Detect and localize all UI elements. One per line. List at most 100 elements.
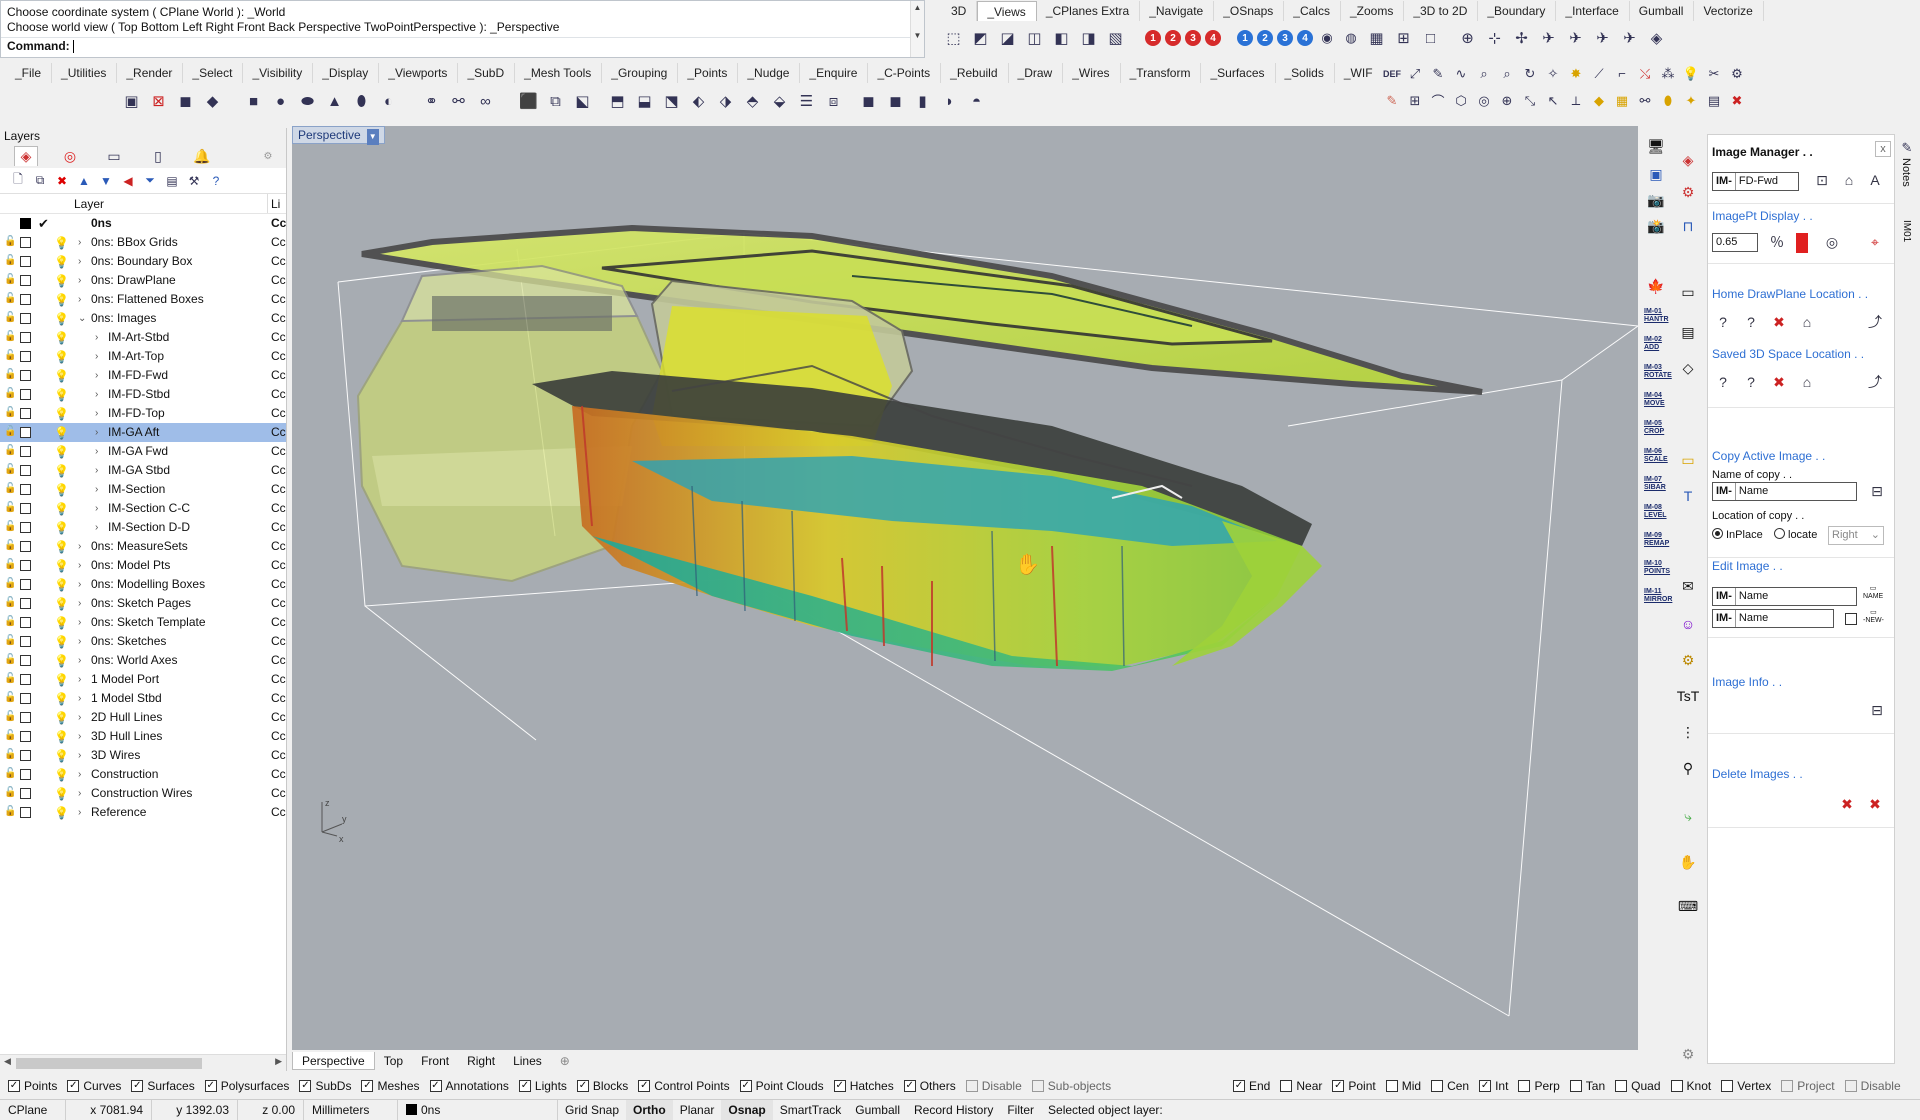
scale-icon[interactable]: ⤢ bbox=[1405, 64, 1425, 84]
image-tool-button[interactable]: IM-05 CROP bbox=[1644, 420, 1670, 436]
shell-icon[interactable]: ⬒ bbox=[606, 90, 629, 113]
visibility-bulb-icon[interactable]: 💡 bbox=[54, 424, 69, 443]
main-tab[interactable]: _Utilities bbox=[52, 63, 118, 83]
corner-icon[interactable]: ⌐ bbox=[1612, 64, 1632, 84]
lock-icon[interactable]: 🔓 bbox=[4, 788, 16, 798]
layer-column-header[interactable]: Layer bbox=[74, 197, 104, 211]
layer-material[interactable]: Cc bbox=[271, 385, 286, 404]
saved-go-icon[interactable]: ⤴ bbox=[1864, 371, 1886, 393]
top-tab[interactable]: Gumball bbox=[1630, 1, 1695, 21]
expand-chevron-icon[interactable]: › bbox=[78, 746, 81, 765]
layer-row[interactable]: 🔓 💡 › 0ns: Sketches Cc bbox=[0, 632, 286, 651]
image-tool-button[interactable]: IM-06 SCALE bbox=[1644, 448, 1670, 464]
expand-chevron-icon[interactable]: › bbox=[78, 689, 81, 708]
viewport-title[interactable]: Perspective ▼ bbox=[292, 126, 385, 145]
expand-chevron-icon[interactable]: › bbox=[78, 233, 81, 252]
move-arrow-icon[interactable]: ⤡ bbox=[1520, 91, 1540, 111]
layer-material[interactable]: Cc bbox=[271, 556, 286, 575]
filter-checkbox[interactable]: ✓ Curves bbox=[67, 1079, 121, 1093]
display-tab-icon[interactable]: ▭ bbox=[102, 146, 126, 166]
layer-color-swatch[interactable] bbox=[20, 465, 31, 476]
image-tool-button[interactable]: IM-11 MIRROR bbox=[1644, 588, 1672, 604]
layer-row[interactable]: 🔓 💡 › 0ns: DrawPlane Cc bbox=[0, 271, 286, 290]
filter-checkbox[interactable]: Near bbox=[1280, 1079, 1322, 1093]
saved-set-icon[interactable]: ⌂ bbox=[1796, 371, 1818, 393]
edit-name-field[interactable]: IM- Name bbox=[1712, 587, 1857, 606]
layer-material[interactable]: Cc bbox=[271, 423, 286, 442]
top-tab[interactable]: _Calcs bbox=[1284, 1, 1341, 21]
keyboard-icon[interactable]: ⌨ bbox=[1677, 896, 1699, 916]
layer-indicator[interactable]: 0ns bbox=[398, 1099, 558, 1120]
lock-icon[interactable]: 🔓 bbox=[4, 712, 16, 722]
lock-icon[interactable]: 🔓 bbox=[4, 484, 16, 494]
layer-material[interactable]: Cc bbox=[271, 347, 286, 366]
status-pane[interactable]: Ortho bbox=[626, 1099, 673, 1120]
lock-icon[interactable]: 🔓 bbox=[4, 522, 16, 532]
layer-row[interactable]: 🔓 💡 › IM-Section C-C Cc bbox=[0, 499, 286, 518]
main-tab[interactable]: _Viewports bbox=[379, 63, 459, 83]
layer-color-swatch[interactable] bbox=[20, 389, 31, 400]
solid-box-blue-icon[interactable]: ◼ bbox=[857, 90, 880, 113]
cube-icon[interactable]: ◼ bbox=[174, 90, 197, 113]
color-swatch[interactable] bbox=[1796, 233, 1808, 253]
offset-icon[interactable]: ⬓ bbox=[633, 90, 656, 113]
layer-row[interactable]: 🔓 💡 › Construction Wires Cc bbox=[0, 784, 286, 803]
lock-icon[interactable]: 🔓 bbox=[4, 503, 16, 513]
layer-color-swatch[interactable] bbox=[20, 446, 31, 457]
blue-view-4-button[interactable]: 4 bbox=[1297, 30, 1313, 46]
panel-settings-icon[interactable]: ⚙ bbox=[256, 146, 280, 166]
layer-color-swatch[interactable] bbox=[20, 750, 31, 761]
lock-icon[interactable]: 🔓 bbox=[4, 693, 16, 703]
lock-icon[interactable]: 🔓 bbox=[4, 541, 16, 551]
filter-checkbox[interactable]: ✓ Polysurfaces bbox=[204, 1079, 289, 1093]
visibility-bulb-icon[interactable]: 💡 bbox=[54, 652, 69, 671]
lock-icon[interactable]: 🔓 bbox=[4, 560, 16, 570]
text-icon[interactable]: T bbox=[1677, 486, 1699, 506]
star-icon[interactable]: ✸ bbox=[1566, 64, 1586, 84]
red-view-1-button[interactable]: 1 bbox=[1145, 30, 1161, 46]
main-tab[interactable]: _C-Points bbox=[868, 63, 942, 83]
layer-material[interactable]: Cc bbox=[271, 271, 286, 290]
layout-icon[interactable]: ▦ bbox=[1365, 27, 1388, 50]
main-tab[interactable]: _Draw bbox=[1009, 63, 1064, 83]
visibility-bulb-icon[interactable]: 💡 bbox=[54, 671, 69, 690]
image-tool-button[interactable]: IM-03 ROTATE bbox=[1644, 364, 1672, 380]
lock-icon[interactable]: 🔓 bbox=[4, 332, 16, 342]
layer-row[interactable]: 🔓 💡 › IM-GA Stbd Cc bbox=[0, 461, 286, 480]
filter-checkbox[interactable]: Tan bbox=[1569, 1079, 1605, 1093]
lock-icon[interactable]: 🔓 bbox=[4, 256, 16, 266]
top-tab[interactable]: _Zooms bbox=[1341, 1, 1405, 21]
visibility-bulb-icon[interactable]: 💡 bbox=[54, 234, 69, 253]
torus-icon[interactable]: ◐ bbox=[377, 90, 400, 113]
visibility-bulb-icon[interactable]: 💡 bbox=[54, 728, 69, 747]
layer-material[interactable]: Cc bbox=[271, 290, 286, 309]
filter-checkbox[interactable]: ✓ End bbox=[1233, 1079, 1270, 1093]
zoom-window-icon[interactable]: ⌕ bbox=[1497, 64, 1517, 84]
delete-box-icon[interactable]: ⊠ bbox=[147, 90, 170, 113]
fillet-edge-icon[interactable]: ⬕ bbox=[571, 90, 594, 113]
set-view-icon[interactable]: ◉ bbox=[1317, 28, 1337, 48]
gem-icon[interactable]: ◈ bbox=[1645, 27, 1668, 50]
split-icon[interactable]: ⬔ bbox=[660, 90, 683, 113]
cplane-icon[interactable]: ⊕ bbox=[1456, 27, 1479, 50]
layer-color-swatch[interactable] bbox=[20, 256, 31, 267]
layer-color-swatch[interactable] bbox=[20, 427, 31, 438]
layer-material[interactable]: Cc bbox=[271, 765, 286, 784]
red-view-4-button[interactable]: 4 bbox=[1205, 30, 1221, 46]
expand-chevron-icon[interactable]: › bbox=[78, 784, 81, 803]
panel-icon[interactable]: ▮ bbox=[911, 90, 934, 113]
view-right-icon[interactable]: ◫ bbox=[1023, 27, 1046, 50]
expand-chevron-icon[interactable]: › bbox=[95, 480, 98, 499]
layer-material[interactable]: Cc bbox=[271, 328, 286, 347]
gear-yellow-icon[interactable]: ⚙ bbox=[1677, 650, 1699, 670]
lock-icon[interactable]: 🔓 bbox=[4, 313, 16, 323]
main-tab[interactable]: _Surfaces bbox=[1201, 63, 1276, 83]
paint-icon[interactable]: ✎ bbox=[1382, 91, 1402, 111]
status-pane[interactable]: Gumball bbox=[848, 1100, 907, 1120]
lock-icon[interactable]: 🔓 bbox=[4, 427, 16, 437]
line-icon[interactable]: ⟋ bbox=[1589, 64, 1609, 84]
image-home-icon[interactable]: ⌂ bbox=[1838, 169, 1860, 191]
star-small-icon[interactable]: ✦ bbox=[1681, 91, 1701, 111]
main-tab[interactable]: _Grouping bbox=[602, 63, 679, 83]
pin-icon[interactable]: ⚲ bbox=[1677, 758, 1699, 778]
